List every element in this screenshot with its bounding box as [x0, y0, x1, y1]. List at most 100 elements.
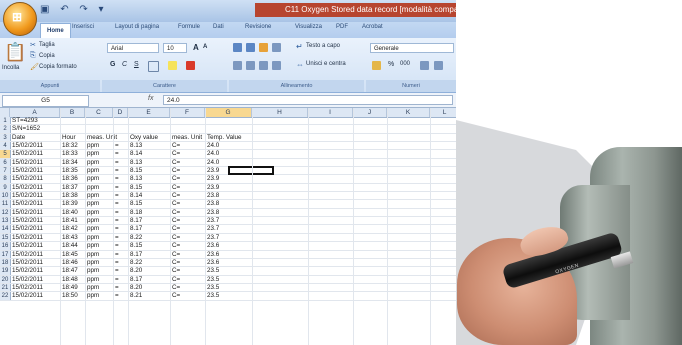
column-header-j[interactable]: J	[353, 108, 387, 117]
cell-e[interactable]: 8.14	[130, 192, 142, 200]
cell-b[interactable]: 18:48	[62, 276, 78, 284]
cell-f[interactable]: C=	[172, 292, 180, 300]
cell-a[interactable]: 15/02/2011	[12, 267, 43, 275]
cell-f[interactable]: C=	[172, 142, 180, 150]
cell-g[interactable]: 23.7	[207, 225, 219, 233]
cell-b[interactable]: 18:47	[62, 267, 78, 275]
cell-d[interactable]: =	[115, 259, 119, 267]
cell-f[interactable]: C=	[172, 175, 180, 183]
format-painter-button[interactable]: Copia formato	[39, 64, 77, 70]
row-header[interactable]: 7	[0, 167, 11, 175]
row-header[interactable]: 20	[0, 275, 11, 283]
column-header-g[interactable]: G	[205, 108, 252, 117]
cell-f[interactable]: C=	[172, 159, 180, 167]
cell-b[interactable]: 18:42	[62, 225, 78, 233]
percent-button[interactable]: %	[388, 61, 394, 68]
cell-b[interactable]: 18:38	[62, 192, 78, 200]
cell-c[interactable]: ppm	[87, 159, 99, 167]
column-header-b[interactable]: B	[60, 108, 85, 117]
cell-g[interactable]: 24.0	[207, 142, 219, 150]
cell-e[interactable]: 8.20	[130, 284, 142, 292]
cell-f[interactable]: C=	[172, 242, 180, 250]
cell-e[interactable]: 8.18	[130, 209, 142, 217]
cell-a[interactable]: 15/02/2011	[12, 175, 43, 183]
cell-f[interactable]: C=	[172, 150, 180, 158]
fill-color-icon[interactable]	[168, 61, 177, 70]
cell-f[interactable]: C=	[172, 276, 180, 284]
cell-d[interactable]: =	[115, 159, 119, 167]
copy-button[interactable]: Copia	[39, 53, 55, 59]
underline-button[interactable]: S	[134, 61, 139, 68]
cell-e[interactable]: 8.14	[130, 150, 142, 158]
cell-d[interactable]: =	[115, 167, 119, 175]
bold-button[interactable]: G	[110, 61, 115, 68]
cell-a[interactable]: 15/02/2011	[12, 292, 43, 300]
column-header-d[interactable]: D	[113, 108, 128, 117]
paste-icon[interactable]: 📋	[4, 42, 26, 63]
row-header[interactable]: 19	[0, 267, 11, 275]
cell-d[interactable]: =	[115, 142, 119, 150]
font-name-select[interactable]: Arial	[107, 43, 159, 53]
cell-f[interactable]: C=	[172, 267, 180, 275]
cell-e[interactable]: 8.22	[130, 234, 142, 242]
cell-d[interactable]: =	[115, 175, 119, 183]
cell-g[interactable]: 23.5	[207, 292, 219, 300]
column-header-c[interactable]: C	[85, 108, 113, 117]
cell-e[interactable]: 8.17	[130, 251, 142, 259]
tab-revisione[interactable]: Revisione	[245, 24, 271, 30]
cell-d[interactable]: =	[115, 242, 119, 250]
row-header[interactable]: 12	[0, 208, 11, 217]
column-header-k[interactable]: K	[387, 108, 430, 117]
cell-a[interactable]: 15/02/2011	[12, 200, 43, 208]
cell-g[interactable]: 24.0	[207, 150, 219, 158]
cell-c[interactable]: ppm	[87, 167, 99, 175]
cell-g[interactable]: 23.9	[207, 167, 219, 175]
cell-c[interactable]: ppm	[87, 209, 99, 217]
font-color-icon[interactable]	[186, 61, 195, 70]
column-header-f[interactable]: F	[170, 108, 205, 117]
cell-c[interactable]: ppm	[87, 175, 99, 183]
merge-center-button[interactable]: Unisci e centra	[306, 61, 346, 67]
cell-c[interactable]: ppm	[87, 267, 99, 275]
wrap-text-button[interactable]: Testo a capo	[306, 43, 340, 49]
cell-d[interactable]: =	[115, 234, 119, 242]
row-header[interactable]: 13	[0, 217, 11, 225]
cell-b[interactable]: 18:34	[62, 159, 78, 167]
cell-a[interactable]: 15/02/2011	[12, 150, 43, 158]
font-size-select[interactable]: 10	[163, 43, 187, 53]
paste-button[interactable]: Incolla	[2, 65, 19, 71]
grow-font-button[interactable]: A	[193, 43, 199, 52]
cut-icon[interactable]: ✂	[30, 41, 36, 49]
tab-pdf[interactable]: PDF	[336, 24, 348, 30]
cell-e[interactable]: 8.13	[130, 142, 142, 150]
cell-c[interactable]: ppm	[87, 150, 99, 158]
currency-icon[interactable]	[372, 61, 381, 70]
cell-b[interactable]: 18:49	[62, 284, 78, 292]
cell-g[interactable]: 23.5	[207, 276, 219, 284]
column-header-l[interactable]: L	[430, 108, 456, 117]
wrap-text-icon[interactable]: ↵	[296, 42, 303, 51]
cell-d[interactable]: =	[115, 217, 119, 225]
align-middle-icon[interactable]	[246, 43, 255, 52]
cell-e[interactable]: 8.17	[130, 225, 142, 233]
column-header-a[interactable]: A	[10, 108, 60, 117]
cell-b[interactable]: 18:36	[62, 175, 78, 183]
increase-decimal-icon[interactable]	[420, 61, 429, 70]
cell-g[interactable]: 23.8	[207, 192, 219, 200]
cell-b[interactable]: Hour	[62, 134, 76, 142]
function-icon[interactable]: fx	[148, 95, 153, 102]
cell-c[interactable]: ppm	[87, 234, 99, 242]
merge-center-icon[interactable]: ⇔	[296, 60, 304, 69]
cell-b[interactable]: 18:39	[62, 200, 78, 208]
cell-g[interactable]: Temp. Value	[207, 134, 242, 142]
cell-e[interactable]: 8.15	[130, 184, 142, 192]
cell-d[interactable]: =	[115, 225, 119, 233]
cell-b[interactable]: 18:46	[62, 259, 78, 267]
cell-f[interactable]: C=	[172, 209, 180, 217]
cell-c[interactable]: ppm	[87, 184, 99, 192]
cell-e[interactable]: 8.17	[130, 276, 142, 284]
cell-c[interactable]: ppm	[87, 200, 99, 208]
cell-d[interactable]: =	[115, 150, 119, 158]
select-all-corner[interactable]	[0, 108, 10, 117]
row-header[interactable]: 14	[0, 225, 11, 233]
